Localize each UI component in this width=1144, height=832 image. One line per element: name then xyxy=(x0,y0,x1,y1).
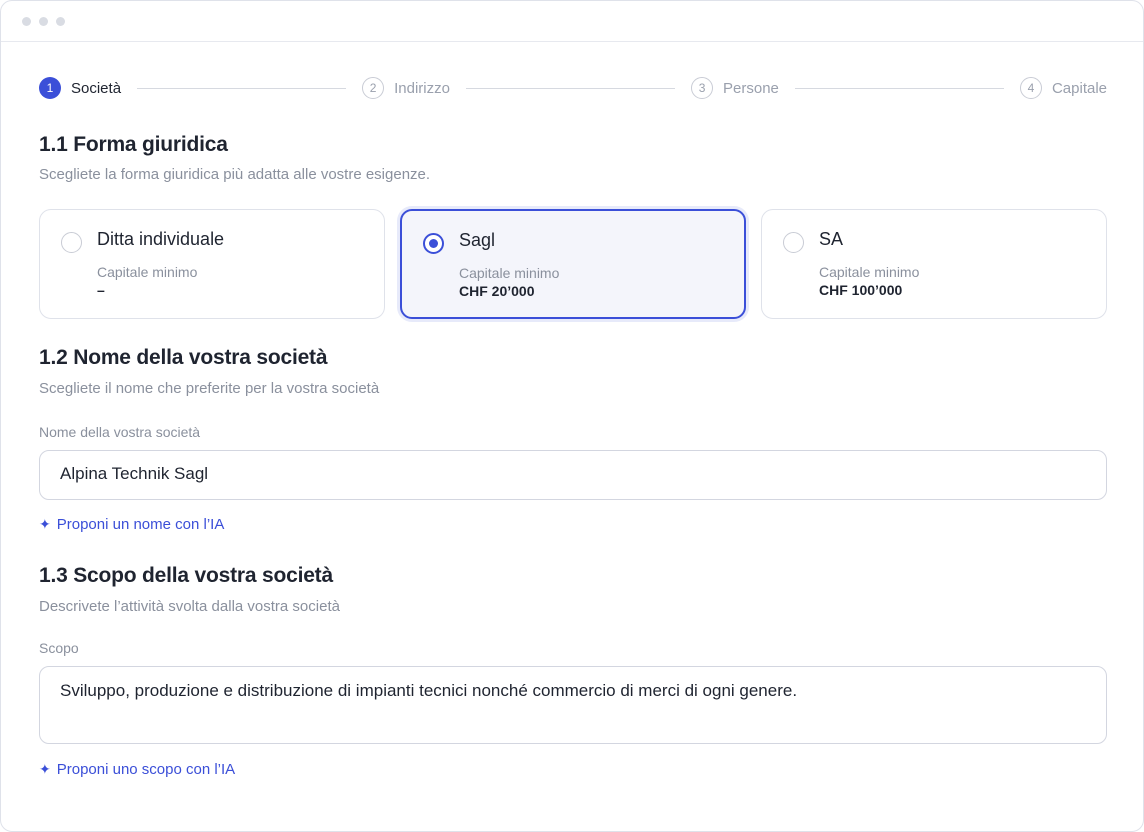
suggest-purpose-ai-link[interactable]: ✦ Proponi uno scopo con l’IA xyxy=(39,761,235,778)
option-value: – xyxy=(97,282,105,298)
step-connector xyxy=(794,87,1004,89)
option-title: SA xyxy=(819,229,844,249)
section-title-company-name: 1.2 Nome della vostra società xyxy=(39,346,328,369)
step-connector xyxy=(465,87,676,89)
window-dot-icon xyxy=(39,16,48,26)
sparkle-icon: ✦ xyxy=(39,516,51,532)
step-persone[interactable]: 3 Persone xyxy=(691,77,779,99)
option-ditta-individuale[interactable]: Ditta individuale Capitale minimo – xyxy=(39,209,385,319)
radio-button[interactable] xyxy=(61,232,82,253)
option-value: CHF 100’000 xyxy=(819,282,903,298)
step-label: Indirizzo xyxy=(394,79,450,97)
step-societa[interactable]: 1 Società xyxy=(39,77,121,99)
step-number: 4 xyxy=(1019,77,1042,99)
section-subtitle-purpose: Descrivete l’attività svolta dalla vostr… xyxy=(39,598,340,615)
purpose-textarea[interactable]: Sviluppo, produzione e distribuzione di … xyxy=(39,666,1107,744)
step-number: 2 xyxy=(362,77,385,99)
suggest-name-ai-link[interactable]: ✦ Proponi un nome con l’IA xyxy=(39,516,224,533)
radio-button[interactable] xyxy=(783,232,804,253)
window-titlebar xyxy=(1,1,1143,42)
section-subtitle-company-name: Scegliete il nome che preferite per la v… xyxy=(39,380,380,397)
step-connector xyxy=(137,87,347,89)
option-title: Sagl xyxy=(459,230,496,250)
option-caption: Capitale minimo xyxy=(819,264,920,280)
step-indirizzo[interactable]: 2 Indirizzo xyxy=(362,77,450,99)
section-title-legal-form: 1.1 Forma giuridica xyxy=(39,133,228,156)
step-label: Società xyxy=(71,79,122,97)
step-number: 3 xyxy=(691,77,714,99)
stepper: 1 Società 2 Indirizzo 3 Persone 4 Capita… xyxy=(39,75,1107,101)
option-value: CHF 20’000 xyxy=(459,283,535,299)
radio-button-selected[interactable] xyxy=(423,233,444,254)
step-capitale[interactable]: 4 Capitale xyxy=(1019,77,1108,99)
window-dot-icon xyxy=(22,16,31,26)
ai-link-label: Proponi un nome con l’IA xyxy=(56,516,225,533)
company-name-label: Nome della vostra società xyxy=(39,424,201,440)
option-caption: Capitale minimo xyxy=(97,264,198,280)
step-number: 1 xyxy=(39,77,61,99)
window-dot-icon xyxy=(56,16,65,26)
sparkle-icon: ✦ xyxy=(39,761,51,777)
option-sagl[interactable]: Sagl Capitale minimo CHF 20’000 xyxy=(400,209,746,319)
purpose-label: Scopo xyxy=(39,640,79,656)
step-label: Persone xyxy=(723,79,779,97)
app-window: 1 Società 2 Indirizzo 3 Persone 4 Capita… xyxy=(0,0,1144,832)
company-name-input[interactable]: Alpina Technik Sagl xyxy=(39,450,1107,500)
legal-form-options: Ditta individuale Capitale minimo – Sagl… xyxy=(39,209,1107,319)
step-label: Capitale xyxy=(1051,79,1108,97)
option-title: Ditta individuale xyxy=(97,229,225,249)
section-subtitle-legal-form: Scegliete la forma giuridica più adatta … xyxy=(39,166,431,183)
option-sa[interactable]: SA Capitale minimo CHF 100’000 xyxy=(761,209,1107,319)
section-title-purpose: 1.3 Scopo della vostra società xyxy=(39,564,333,587)
option-caption: Capitale minimo xyxy=(459,265,560,281)
ai-link-label: Proponi uno scopo con l’IA xyxy=(56,761,236,778)
